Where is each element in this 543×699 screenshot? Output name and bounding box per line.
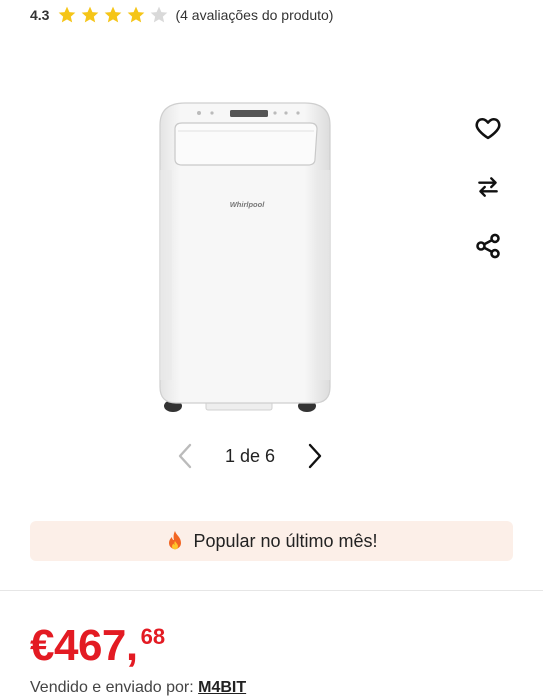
chevron-right-icon <box>308 443 322 469</box>
popular-text: Popular no último mês! <box>193 530 378 551</box>
chevron-left-icon <box>178 443 192 469</box>
gallery-pager: 1 de 6 <box>170 438 330 474</box>
seller-link[interactable]: M4BIT <box>198 679 246 696</box>
seller-label: Vendido e enviado por: <box>30 679 194 696</box>
share-button[interactable] <box>470 228 506 264</box>
next-image-button[interactable] <box>298 440 330 472</box>
gallery-counter: 1 de 6 <box>224 445 276 466</box>
compare-button[interactable] <box>470 169 506 205</box>
fire-icon <box>169 531 182 550</box>
rating-row: 4.3 (4 avaliações do produto) <box>30 4 333 26</box>
product-brand-text: Whirlpool <box>230 200 265 209</box>
rating-stars <box>57 5 169 25</box>
section-divider <box>0 590 543 591</box>
reviews-link[interactable]: (4 avaliações do produto) <box>175 7 333 23</box>
wishlist-button[interactable] <box>470 110 506 146</box>
product-image[interactable]: Whirlpool <box>140 85 350 425</box>
popular-banner: Popular no último mês! <box>30 521 513 561</box>
seller-info: Vendido e enviado por: M4BIT <box>30 679 246 697</box>
star-filled-icon <box>128 6 145 23</box>
star-filled-icon <box>105 6 122 23</box>
star-empty-icon <box>151 6 168 23</box>
star-filled-icon <box>82 6 99 23</box>
rating-value: 4.3 <box>30 7 50 23</box>
previous-image-button[interactable] <box>170 440 202 472</box>
star-filled-icon <box>59 6 76 23</box>
heart-icon <box>475 117 501 140</box>
share-icon <box>476 233 500 259</box>
compare-arrows-icon <box>478 177 498 197</box>
price: €467, 68 <box>30 620 165 672</box>
price-main: €467, <box>30 621 138 670</box>
side-actions <box>470 110 506 287</box>
price-cents: 68 <box>140 624 166 649</box>
